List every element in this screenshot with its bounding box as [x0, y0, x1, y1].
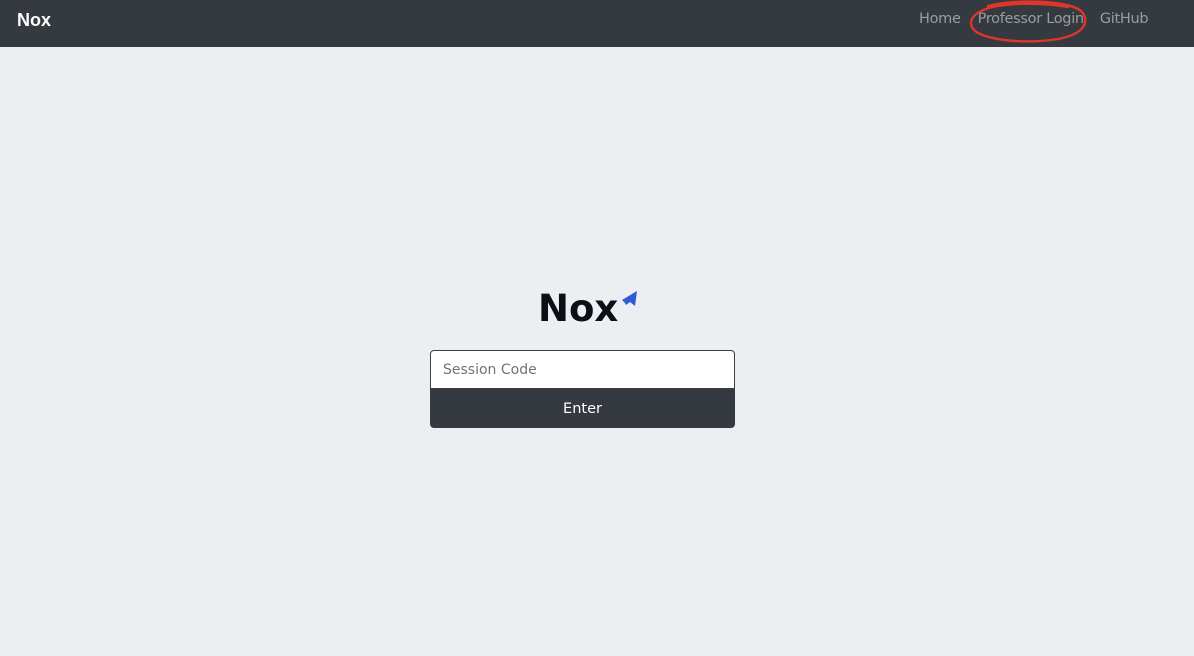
nav-link-github[interactable]: GitHub: [1100, 11, 1149, 27]
nav-links: Home Professor Login GitHub: [919, 11, 1149, 27]
session-code-input[interactable]: [430, 350, 735, 389]
nox-logo: Nox: [538, 290, 638, 328]
brand-link[interactable]: Nox: [17, 10, 51, 31]
nav-link-home[interactable]: Home: [919, 11, 961, 27]
nav-link-professor-login[interactable]: Professor Login: [978, 11, 1085, 27]
enter-button[interactable]: Enter: [430, 389, 735, 428]
logo-arrow-icon: [622, 291, 637, 306]
navbar: Nox Home Professor Login GitHub: [0, 0, 1194, 47]
